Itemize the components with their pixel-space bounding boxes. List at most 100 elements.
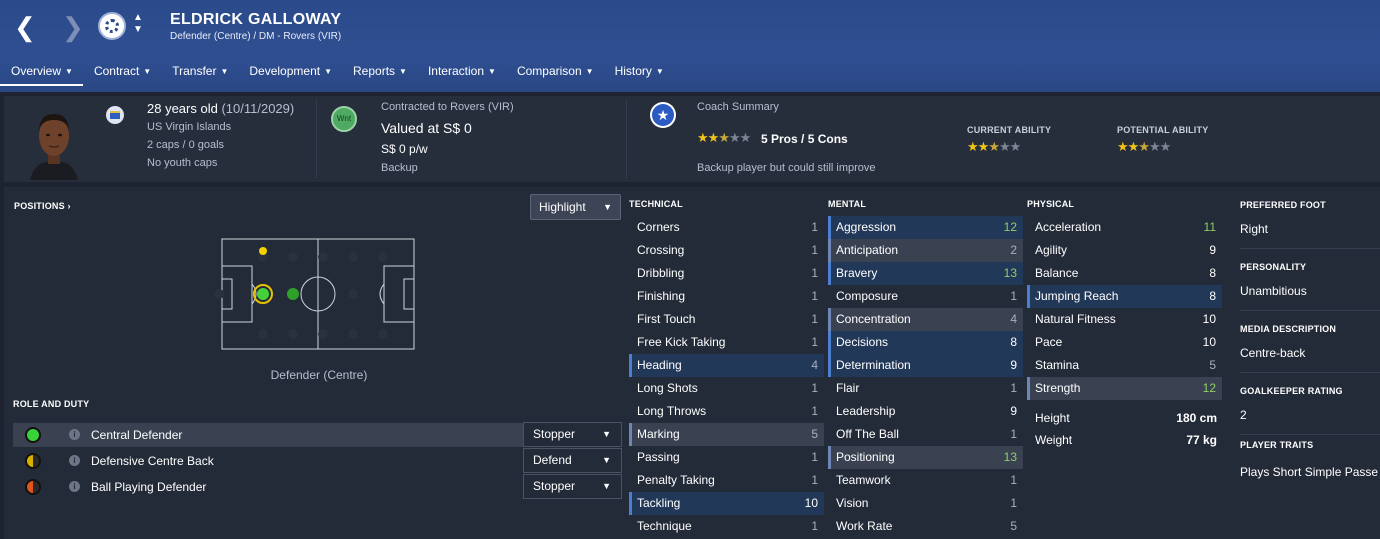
attribute-name: Marking <box>637 427 680 441</box>
role-row[interactable]: i Central Defender <box>13 423 523 447</box>
club-badge-icon[interactable] <box>98 12 126 40</box>
attribute-value: 9 <box>1209 243 1216 257</box>
attribute-row[interactable]: Marking 5 <box>629 423 824 446</box>
attribute-row[interactable]: Agility 9 <box>1027 239 1222 262</box>
menu-contract[interactable]: Contract ▼ <box>83 62 161 86</box>
attribute-row[interactable]: Corners 1 <box>629 216 824 239</box>
attribute-name: Work Rate <box>836 519 893 533</box>
attribute-row[interactable]: Balance 8 <box>1027 262 1222 285</box>
menu-transfer[interactable]: Transfer ▼ <box>161 62 238 86</box>
attribute-name: Finishing <box>637 289 686 303</box>
nationality[interactable]: US Virgin Islands <box>147 121 231 133</box>
menu-development[interactable]: Development ▼ <box>238 62 342 86</box>
menu-overview[interactable]: Overview ▼ <box>0 62 83 86</box>
youth-caps: No youth caps <box>147 157 218 169</box>
attribute-row[interactable]: Off The Ball 1 <box>828 423 1023 446</box>
menu-history[interactable]: History ▼ <box>604 62 674 86</box>
role-row[interactable]: i Ball Playing Defender <box>13 475 523 499</box>
attribute-name: Decisions <box>836 335 889 349</box>
attribute-row[interactable]: Anticipation 2 <box>828 239 1023 262</box>
attribute-name: Agility <box>1035 243 1068 257</box>
attribute-row[interactable]: Passing 1 <box>629 446 824 469</box>
role-row[interactable]: i Defensive Centre Back <box>13 449 523 473</box>
attribute-row[interactable]: Leadership 9 <box>828 400 1023 423</box>
duty-dropdown[interactable]: Stopper ▼ <box>523 422 622 447</box>
attribute-row[interactable]: Work Rate 5 <box>828 515 1023 538</box>
duty-label: Defend <box>533 453 572 467</box>
attribute-value: 5 <box>1010 519 1017 533</box>
attribute-row[interactable]: Pace 10 <box>1027 331 1222 354</box>
attribute-name: Pace <box>1035 335 1063 349</box>
player-header: ❮ ❯ ▲ ▼ ELDRICK GALLOWAY Defender (Centre… <box>0 0 1380 92</box>
attribute-row[interactable]: Long Shots 1 <box>629 377 824 400</box>
attribute-row[interactable]: Bravery 13 <box>828 262 1023 285</box>
pros-cons[interactable]: 5 Pros / 5 Cons <box>761 132 848 146</box>
chevron-down-icon: ▼ <box>603 202 612 212</box>
menu-interaction[interactable]: Interaction ▼ <box>417 62 506 86</box>
attribute-row[interactable]: Dribbling 1 <box>629 262 824 285</box>
highlight-dropdown[interactable]: Highlight ▼ <box>530 194 621 220</box>
attribute-row[interactable]: First Touch 1 <box>629 308 824 331</box>
attribute-name: Long Shots <box>637 381 698 395</box>
attribute-row[interactable]: Decisions 8 <box>828 331 1023 354</box>
divider <box>1240 310 1380 311</box>
attribute-row[interactable]: Concentration 4 <box>828 308 1023 331</box>
position-marker <box>257 288 269 300</box>
attribute-row[interactable]: Teamwork 1 <box>828 469 1023 492</box>
attribute-row[interactable]: Technique 1 <box>629 515 824 538</box>
attribute-row[interactable]: Tackling 10 <box>629 492 824 515</box>
role-name: Ball Playing Defender <box>91 480 207 494</box>
attribute-name: Teamwork <box>836 473 891 487</box>
attribute-row[interactable]: Determination 9 <box>828 354 1023 377</box>
attribute-value: 8 <box>1209 266 1216 280</box>
info-icon[interactable]: i <box>69 455 80 466</box>
attribute-row[interactable]: Jumping Reach 8 <box>1027 285 1222 308</box>
info-icon[interactable]: i <box>69 481 80 492</box>
attribute-row[interactable]: Long Throws 1 <box>629 400 824 423</box>
player-summary: 28 years old (10/11/2029) US Virgin Isla… <box>4 96 1380 182</box>
goalkeeper-rating-value: 2 <box>1240 408 1247 422</box>
attribute-value: 1 <box>811 473 818 487</box>
divider <box>626 100 627 178</box>
attribute-value: 2 <box>1010 243 1017 257</box>
contract-label[interactable]: Contracted to Rovers (VIR) <box>381 101 514 113</box>
duty-label: Stopper <box>533 479 576 493</box>
flag-icon[interactable] <box>106 106 124 124</box>
attribute-row[interactable]: Natural Fitness 10 <box>1027 308 1222 331</box>
attribute-row[interactable]: Finishing 1 <box>629 285 824 308</box>
attribute-row[interactable]: Acceleration 11 <box>1027 216 1222 239</box>
attribute-row[interactable]: Flair 1 <box>828 377 1023 400</box>
coach-rating-stars: ★★★★★ <box>697 130 751 145</box>
duty-dropdown[interactable]: Defend ▼ <box>523 448 622 473</box>
duty-label: Stopper <box>533 427 576 441</box>
menu-label: Transfer <box>172 64 217 78</box>
physical-attributes: PHYSICAL Acceleration 11 Agility 9 Balance… <box>1027 194 1222 400</box>
attribute-row[interactable]: Strength 12 <box>1027 377 1222 400</box>
info-icon[interactable]: i <box>69 429 80 440</box>
attribute-name: Anticipation <box>836 243 899 257</box>
chevron-right-icon: › <box>67 201 71 211</box>
chevron-down-icon: ▼ <box>655 67 664 76</box>
attribute-row[interactable]: Free Kick Taking 1 <box>629 331 824 354</box>
menu-reports[interactable]: Reports ▼ <box>342 62 417 86</box>
attribute-name: Off The Ball <box>836 427 899 441</box>
attribute-row[interactable]: Penalty Taking 1 <box>629 469 824 492</box>
menu-label: Reports <box>353 64 396 78</box>
attribute-name: First Touch <box>637 312 696 326</box>
attribute-row[interactable]: Heading 4 <box>629 354 824 377</box>
media-description-label: MEDIA DESCRIPTION <box>1240 324 1337 334</box>
attribute-row[interactable]: Vision 1 <box>828 492 1023 515</box>
player-switch-icon[interactable]: ▲ ▼ <box>132 12 144 36</box>
chevron-left-icon[interactable]: ❮ <box>14 14 40 40</box>
attribute-row[interactable]: Crossing 1 <box>629 239 824 262</box>
attribute-row[interactable]: Positioning 13 <box>828 446 1023 469</box>
chevron-down-icon: ▼ <box>65 67 73 76</box>
menu-comparison[interactable]: Comparison ▼ <box>506 62 604 86</box>
positions-title[interactable]: POSITIONS › <box>14 201 71 211</box>
attribute-row[interactable]: Aggression 12 <box>828 216 1023 239</box>
attribute-row[interactable]: Composure 1 <box>828 285 1023 308</box>
attribute-row[interactable]: Stamina 5 <box>1027 354 1222 377</box>
chevron-down-icon: ▼ <box>602 455 611 465</box>
attribute-value: 1 <box>1010 496 1017 510</box>
duty-dropdown[interactable]: Stopper ▼ <box>523 474 622 499</box>
